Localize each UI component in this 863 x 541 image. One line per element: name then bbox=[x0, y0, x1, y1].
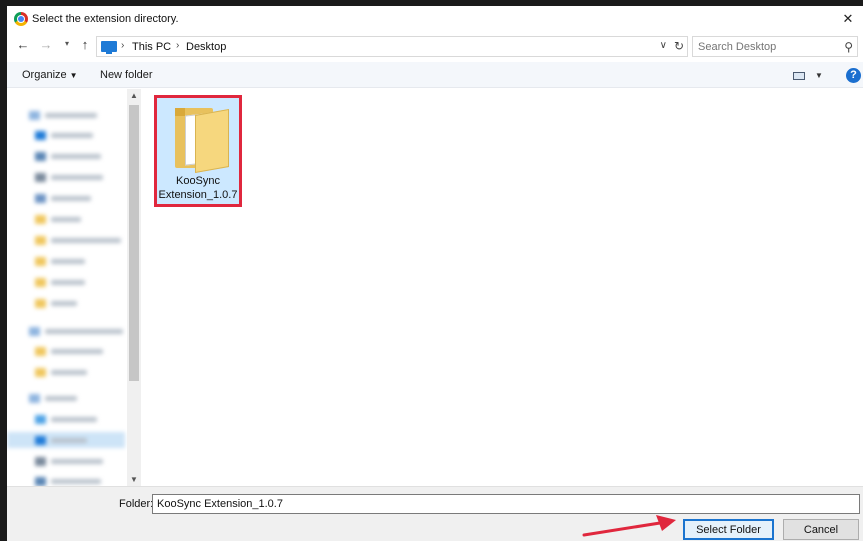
window-title: Select the extension directory. bbox=[32, 13, 179, 25]
nav-item[interactable] bbox=[7, 253, 125, 269]
nav-item[interactable] bbox=[7, 232, 125, 248]
address-bar[interactable]: › This PC › Desktop ∨ ↻ bbox=[96, 36, 688, 57]
help-icon[interactable]: ? bbox=[846, 68, 861, 83]
folder-name-field[interactable] bbox=[152, 494, 860, 514]
nav-item[interactable] bbox=[7, 295, 125, 311]
chrome-icon bbox=[14, 12, 28, 26]
nav-item[interactable] bbox=[7, 323, 125, 339]
nav-item[interactable] bbox=[7, 107, 125, 123]
nav-item[interactable] bbox=[7, 190, 125, 206]
search-input[interactable] bbox=[693, 37, 833, 56]
nav-item-selected[interactable] bbox=[7, 432, 125, 448]
nav-item[interactable] bbox=[7, 390, 125, 406]
cancel-button[interactable]: Cancel bbox=[783, 519, 859, 540]
nav-item[interactable] bbox=[7, 364, 125, 380]
back-button[interactable]: ← bbox=[15, 37, 31, 52]
title-bar: Select the extension directory. ✕ bbox=[7, 6, 863, 32]
nav-item[interactable] bbox=[7, 343, 125, 359]
view-options-dropdown[interactable]: ▼ bbox=[815, 71, 823, 80]
new-folder-button[interactable]: New folder bbox=[100, 69, 153, 81]
up-button[interactable]: ↑ bbox=[77, 37, 93, 52]
folder-icon bbox=[171, 108, 231, 173]
select-folder-button[interactable]: Select Folder bbox=[683, 519, 774, 540]
close-button[interactable]: ✕ bbox=[833, 6, 863, 32]
command-toolbar: Organize ▼ New folder ▼ ? bbox=[7, 62, 863, 88]
dialog-footer: Folder: Select Folder Cancel bbox=[7, 486, 863, 541]
nav-item[interactable] bbox=[7, 473, 125, 486]
folder-name-line-2: Extension_1.0.7 bbox=[158, 189, 238, 201]
breadcrumb-this-pc[interactable]: This PC bbox=[132, 41, 171, 53]
forward-button[interactable]: → bbox=[38, 37, 54, 52]
annotation-arrow-icon bbox=[582, 515, 676, 537]
file-dialog: Select the extension directory. ✕ ← → ▾ … bbox=[7, 6, 863, 541]
chevron-down-icon: ▼ bbox=[69, 71, 78, 80]
navigation-scrollbar[interactable]: ▲ ▼ bbox=[127, 89, 141, 486]
folder-field-label: Folder: bbox=[119, 498, 154, 510]
refresh-button[interactable]: ↻ bbox=[674, 39, 684, 53]
scroll-down-button[interactable]: ▼ bbox=[127, 475, 141, 484]
file-pane-edge bbox=[856, 89, 863, 486]
scrollbar-thumb[interactable] bbox=[129, 105, 139, 381]
file-list-pane[interactable]: KooSync Extension_1.0.7 bbox=[142, 89, 856, 486]
breadcrumb-separator[interactable]: › bbox=[176, 40, 179, 51]
search-icon[interactable]: ⚲ bbox=[844, 40, 853, 54]
folder-name-line-1: KooSync bbox=[175, 175, 221, 187]
breadcrumb-separator[interactable]: › bbox=[121, 40, 124, 51]
nav-item[interactable] bbox=[7, 127, 125, 143]
search-box[interactable]: ⚲ bbox=[692, 36, 858, 57]
folder-item-koosync-extension[interactable]: KooSync Extension_1.0.7 bbox=[154, 95, 242, 207]
nav-item[interactable] bbox=[7, 411, 125, 427]
this-pc-icon bbox=[101, 41, 117, 54]
navigation-pane[interactable] bbox=[7, 89, 141, 486]
recent-locations-button[interactable]: ▾ bbox=[59, 39, 75, 48]
address-row: ← → ▾ ↑ › This PC › Desktop ∨ ↻ ⚲ bbox=[7, 34, 863, 60]
view-options-icon[interactable] bbox=[793, 72, 805, 80]
navigation-tree-blurred bbox=[7, 89, 127, 486]
nav-item[interactable] bbox=[7, 274, 125, 290]
address-dropdown-button[interactable]: ∨ bbox=[660, 40, 667, 51]
nav-item[interactable] bbox=[7, 453, 125, 469]
organize-label: Organize bbox=[22, 69, 67, 81]
scroll-up-button[interactable]: ▲ bbox=[127, 91, 141, 100]
nav-item[interactable] bbox=[7, 169, 125, 185]
nav-item[interactable] bbox=[7, 148, 125, 164]
folder-item-label: KooSync Extension_1.0.7 bbox=[157, 174, 239, 202]
breadcrumb-desktop[interactable]: Desktop bbox=[186, 41, 226, 53]
organize-button[interactable]: Organize ▼ bbox=[22, 69, 78, 81]
nav-item[interactable] bbox=[7, 211, 125, 227]
